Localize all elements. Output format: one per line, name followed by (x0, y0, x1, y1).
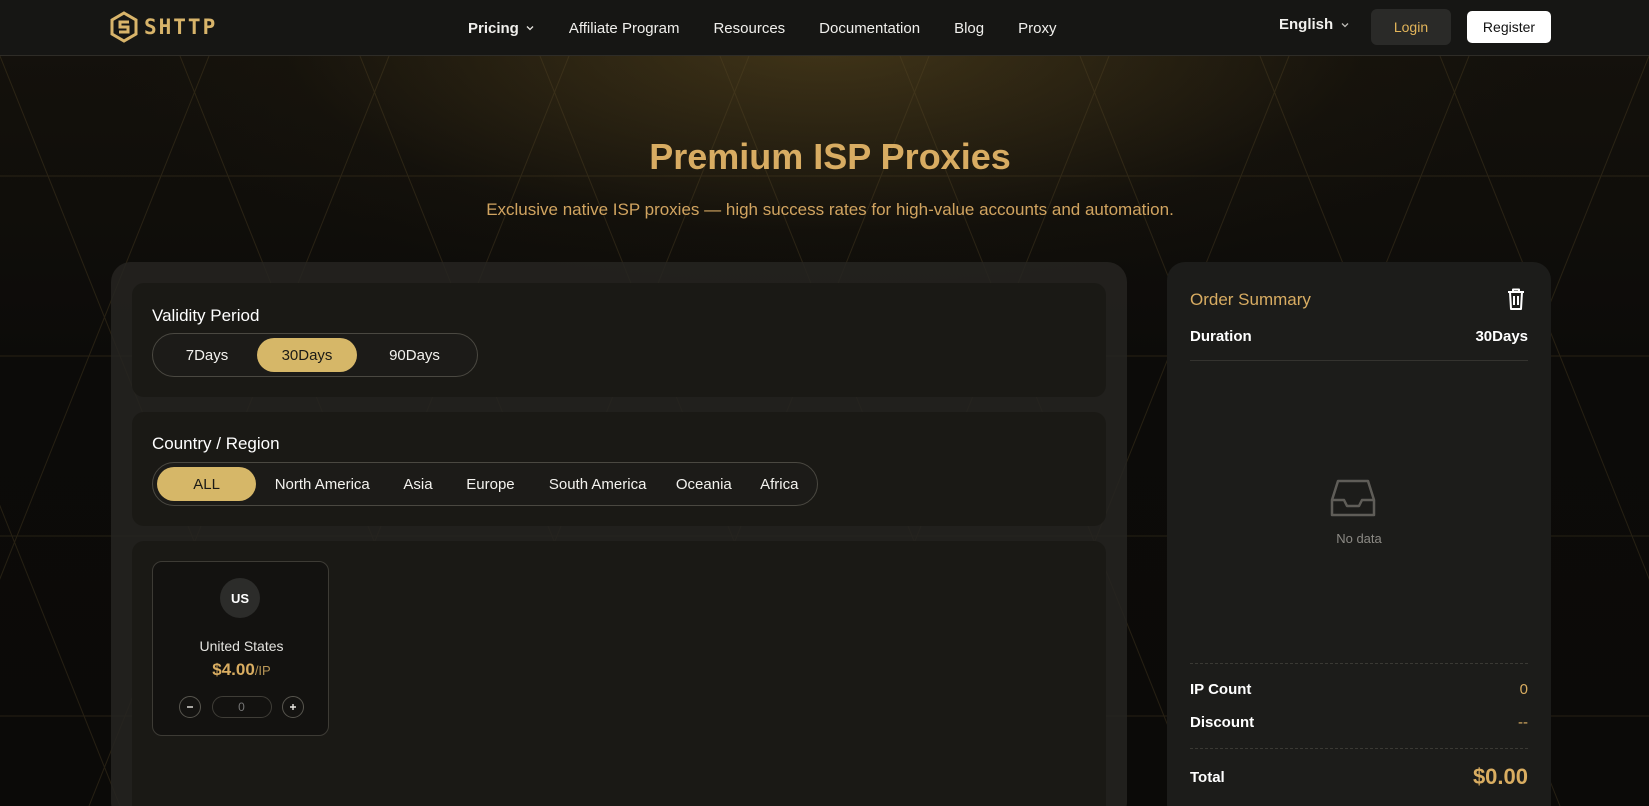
region-option-south-america[interactable]: South America (533, 467, 662, 501)
validity-option-90days[interactable]: 90Days (357, 338, 472, 372)
duration-label: Duration (1190, 328, 1252, 345)
nav-pricing[interactable]: Pricing (468, 20, 552, 37)
duration-value: 30Days (1475, 328, 1528, 345)
logo-icon (110, 11, 138, 43)
nav-proxy[interactable]: Proxy (1001, 20, 1073, 37)
validity-period-title: Validity Period (152, 306, 260, 325)
chevron-down-icon (526, 26, 534, 31)
page-title: Premium ISP Proxies (649, 136, 1011, 177)
ip-count-label: IP Count (1190, 681, 1252, 698)
plus-icon (290, 704, 296, 710)
price-unit: /IP (254, 663, 271, 678)
validity-option-7days[interactable]: 7Days (157, 338, 257, 372)
country-price: $4.00/IP (153, 660, 330, 680)
empty-inbox-icon (1330, 479, 1376, 517)
total-row: Total $0.00 (1190, 764, 1528, 790)
validity-period-card: Validity Period 7Days 30Days 90Days (132, 283, 1106, 397)
divider (1190, 748, 1528, 749)
region-option-europe[interactable]: Europe (448, 467, 533, 501)
ip-count-row: IP Count 0 (1190, 681, 1528, 698)
page-subtitle: Exclusive native ISP proxies — high succ… (486, 200, 1174, 219)
total-label: Total (1190, 768, 1225, 786)
minus-icon (187, 706, 193, 708)
validity-option-30days[interactable]: 30Days (257, 338, 357, 372)
price-value: $4.00 (212, 660, 255, 679)
increment-button[interactable] (282, 696, 304, 718)
quantity-stepper (179, 695, 304, 719)
logo-text: SHTTP (144, 15, 218, 39)
trash-icon[interactable] (1503, 286, 1529, 312)
nav-affiliate-program[interactable]: Affiliate Program (552, 20, 697, 37)
chevron-down-icon (1341, 22, 1349, 27)
region-option-asia[interactable]: Asia (388, 467, 448, 501)
product-config-panel: Validity Period 7Days 30Days 90Days Coun… (111, 262, 1127, 806)
total-value: $0.00 (1472, 764, 1528, 789)
quantity-input[interactable] (211, 696, 272, 718)
validity-period-selector: 7Days 30Days 90Days (152, 333, 478, 377)
login-button[interactable]: Login (1371, 9, 1451, 45)
region-option-oceania[interactable]: Oceania (662, 467, 745, 501)
region-option-all[interactable]: ALL (157, 467, 257, 501)
decrement-button[interactable] (179, 696, 201, 718)
language-label: English (1279, 16, 1334, 33)
country-region-title: Country / Region (152, 434, 280, 453)
country-name: United States (199, 638, 284, 654)
country-item-us[interactable]: US United States $4.00/IP (152, 561, 329, 736)
order-summary-title: Order Summary (1190, 290, 1311, 309)
language-selector[interactable]: English (1279, 16, 1350, 33)
empty-state-text: No data (1336, 531, 1382, 546)
region-option-north-america[interactable]: North America (256, 467, 388, 501)
discount-value: -- (1518, 714, 1528, 731)
discount-label: Discount (1190, 714, 1255, 731)
nav-blog[interactable]: Blog (937, 20, 1001, 37)
register-button[interactable]: Register (1467, 11, 1551, 43)
duration-row: Duration 30Days (1190, 328, 1528, 345)
country-flag-badge: US (220, 578, 260, 618)
divider (1190, 663, 1528, 664)
region-option-africa[interactable]: Africa (746, 467, 813, 501)
nav-documentation[interactable]: Documentation (802, 20, 937, 37)
discount-row: Discount -- (1190, 714, 1528, 731)
country-region-card: Country / Region ALL North America Asia … (132, 412, 1106, 526)
page: SHTTP Pricing Affiliate Program Resource… (0, 0, 1649, 806)
divider (1190, 360, 1528, 361)
region-selector: ALL North America Asia Europe South Amer… (152, 462, 818, 506)
main-nav: Pricing Affiliate Program Resources Docu… (468, 0, 1073, 56)
nav-pricing-label: Pricing (468, 19, 519, 37)
ip-count-value: 0 (1519, 681, 1528, 698)
country-list-card: US United States $4.00/IP (132, 541, 1106, 806)
order-summary-panel: Order Summary Duration 30Days No data IP… (1167, 262, 1551, 806)
logo[interactable]: SHTTP (110, 11, 217, 43)
top-navbar: SHTTP Pricing Affiliate Program Resource… (0, 0, 1649, 56)
nav-resources[interactable]: Resources (696, 20, 802, 37)
